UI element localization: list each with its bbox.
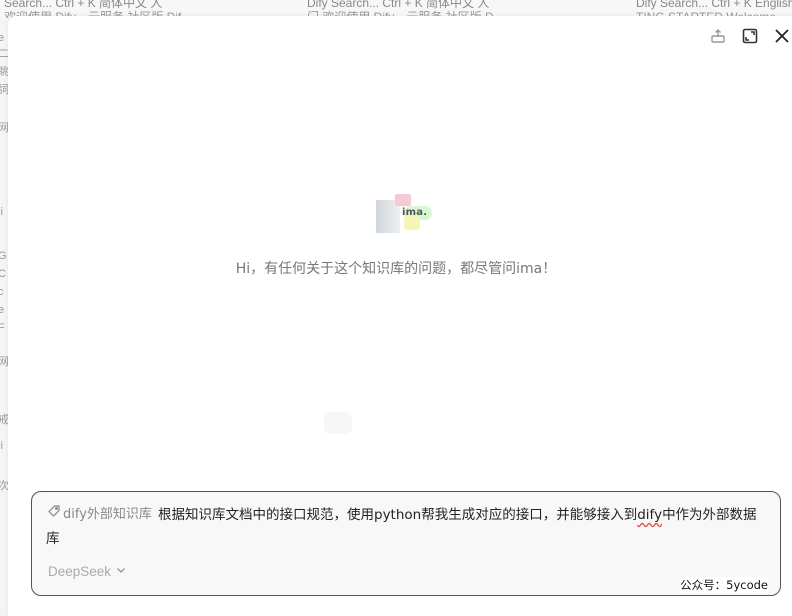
background-text: F: [0, 322, 5, 334]
ima-logo: ima.: [376, 192, 434, 236]
background-text: 戒: [0, 414, 8, 426]
expand-icon: [742, 28, 758, 44]
watermark-text: 公众号：5ycode: [680, 577, 768, 593]
background-text: 次: [0, 480, 8, 492]
decorative-shape: [324, 412, 352, 434]
chat-input-box[interactable]: dify外部知识库 根据知识库文档中的接口规范，使用python帮我生成对应的接…: [31, 491, 781, 596]
chevron-down-icon: [115, 564, 127, 579]
model-label: DeepSeek: [48, 564, 111, 579]
expand-button[interactable]: [741, 27, 759, 45]
background-text: 网: [0, 356, 8, 368]
background-text: 二: [0, 48, 8, 60]
logo-text: ima.: [402, 207, 427, 218]
logo-shape: [395, 194, 411, 206]
share-icon: [710, 28, 726, 44]
background-text: li: [0, 206, 3, 218]
close-button[interactable]: [773, 27, 791, 45]
model-selector[interactable]: DeepSeek: [48, 564, 127, 579]
background-text: li: [0, 440, 3, 452]
background-text: 眺: [0, 66, 8, 78]
logo-shape: [404, 216, 420, 230]
background-text: 网: [0, 122, 8, 134]
misspelled-word: dify: [637, 507, 662, 523]
prompt-input[interactable]: 根据知识库文档中的接口规范，使用python帮我生成对应的接口，并能够接入到di…: [46, 503, 764, 551]
background-text: e: [0, 32, 4, 44]
background-text: e: [0, 304, 4, 316]
modal-toolbar: [709, 27, 791, 45]
share-button[interactable]: [709, 27, 727, 45]
background-text: c: [0, 286, 4, 298]
background-left-column: e 二 眺 詞 网 i li G C c e F 网 戒 li 次: [0, 18, 8, 610]
welcome-greeting: Hi，有任何关于这个知识库的问题，都尽管问ima！: [0, 258, 792, 278]
background-text: 詞: [0, 84, 8, 96]
close-icon: [774, 28, 790, 44]
